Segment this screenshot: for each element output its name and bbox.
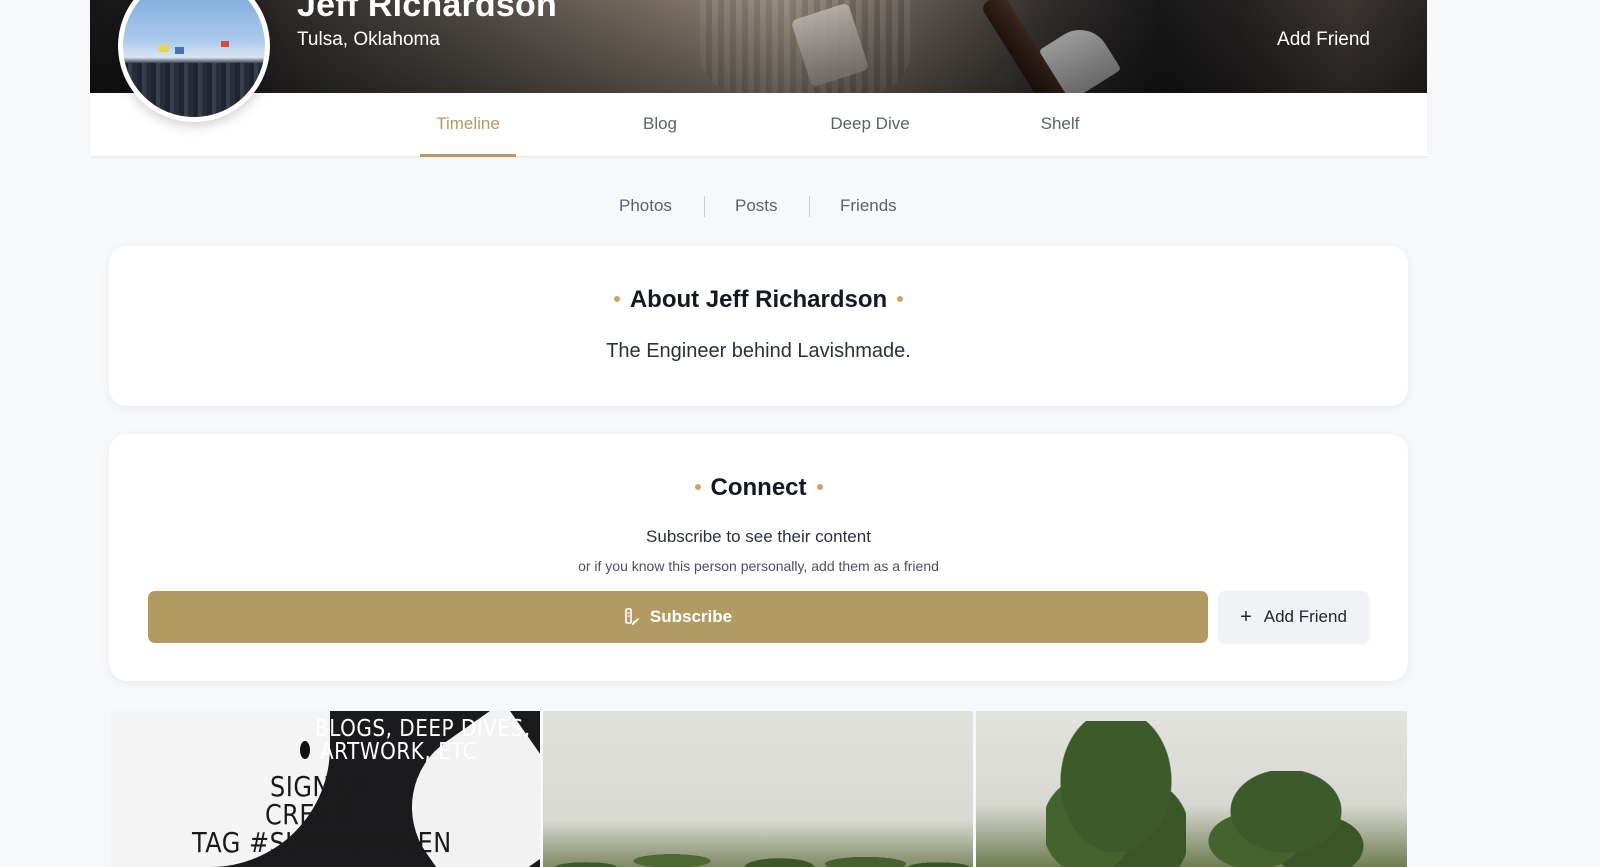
add-friend-button[interactable]: + Add Friend	[1218, 591, 1369, 643]
connect-title-text: Connect	[710, 474, 807, 501]
title-dot-left	[613, 295, 620, 302]
plus-icon: +	[1240, 606, 1252, 628]
connect-card: Connect Subscribe to see their content o…	[109, 434, 1408, 681]
cover-photo	[90, 0, 1427, 93]
poster-text-line: ARTWORK, ETC	[320, 737, 478, 765]
profile-name: Jeff Richardson	[297, 0, 557, 24]
add-friend-label: Add Friend	[1263, 607, 1347, 626]
about-title: About Jeff Richardson	[109, 286, 1408, 314]
subnav-photos[interactable]: Photos	[619, 192, 672, 220]
about-title-text: About Jeff Richardson	[629, 286, 888, 313]
about-text: The Engineer behind Lavishmade.	[606, 340, 911, 362]
subnav-friends[interactable]: Friends	[840, 192, 897, 220]
tab-timeline[interactable]: Timeline	[420, 93, 516, 157]
connect-subtitle: Subscribe to see their content	[646, 527, 871, 546]
photo-tile[interactable]: BLOGS, DEEP DIVES, ARTWORK, ETC SIGN UP …	[110, 711, 540, 867]
subscribe-button[interactable]: Subscribe	[148, 591, 1208, 643]
poster-text-line: TAG #SUMMERWEEN	[192, 826, 452, 860]
photo-tree	[1206, 771, 1366, 867]
photo-tile[interactable]	[543, 711, 973, 867]
subscribe-icon	[624, 608, 640, 626]
header-add-friend-button[interactable]: Add Friend	[1277, 29, 1370, 51]
connect-hint: or if you know this person personally, a…	[578, 558, 939, 574]
title-dot-right	[816, 483, 823, 490]
subnav-divider	[704, 196, 705, 217]
profile-location: Tulsa, Oklahoma	[297, 29, 440, 50]
tab-shelf[interactable]: Shelf	[1025, 93, 1095, 157]
title-dot-left	[694, 483, 701, 490]
timeline-subnav: Photos Posts Friends	[0, 192, 1600, 220]
tab-blog[interactable]: Blog	[630, 93, 690, 157]
connect-title: Connect	[109, 474, 1408, 502]
profile-tabs: Timeline Blog Deep Dive Shelf	[90, 93, 1427, 157]
tab-deep-dive[interactable]: Deep Dive	[810, 93, 930, 157]
about-card: About Jeff Richardson The Engineer behin…	[109, 246, 1408, 406]
subnav-divider	[809, 196, 810, 217]
avatar[interactable]	[118, 0, 270, 122]
photo-tree	[1046, 721, 1186, 867]
photo-tile[interactable]	[976, 711, 1407, 867]
subnav-posts[interactable]: Posts	[735, 192, 778, 220]
subscribe-label: Subscribe	[649, 607, 733, 626]
photo-treeline	[543, 807, 973, 867]
title-dot-right	[897, 295, 904, 302]
